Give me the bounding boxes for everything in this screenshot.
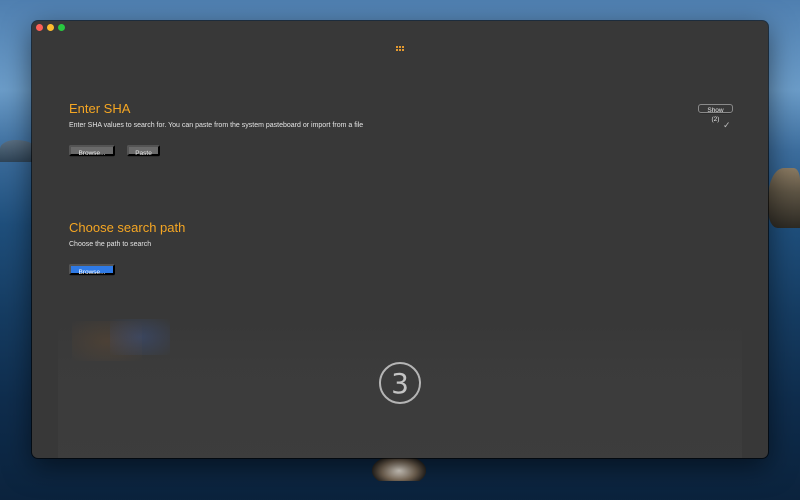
wallpaper-island-right	[768, 168, 800, 228]
sha-browse-button[interactable]: Browse...	[69, 145, 115, 157]
search-path-description: Choose the path to search	[69, 241, 152, 248]
app-window: Enter SHA Enter SHA values to search for…	[32, 21, 768, 458]
checkmark-icon: ✓	[723, 121, 731, 131]
sha-paste-button[interactable]: Paste	[127, 145, 160, 157]
show-sha-button[interactable]: Show (2)	[698, 104, 733, 123]
minimize-window-button[interactable]	[47, 24, 54, 31]
path-browse-button[interactable]: Browse...	[69, 264, 115, 276]
app-grid-icon[interactable]	[396, 46, 404, 52]
step-number-badge: 3	[379, 362, 421, 404]
blurred-highlight	[110, 319, 170, 355]
enter-sha-description: Enter SHA values to search for. You can …	[69, 122, 364, 129]
enter-sha-title: Enter SHA	[69, 101, 131, 116]
zoom-window-button[interactable]	[58, 24, 65, 31]
title-bar	[32, 21, 768, 35]
search-path-title: Choose search path	[69, 220, 186, 235]
wallpaper-island-bottom	[372, 455, 426, 481]
close-window-button[interactable]	[36, 24, 43, 31]
step-number-label: 3	[391, 366, 409, 400]
